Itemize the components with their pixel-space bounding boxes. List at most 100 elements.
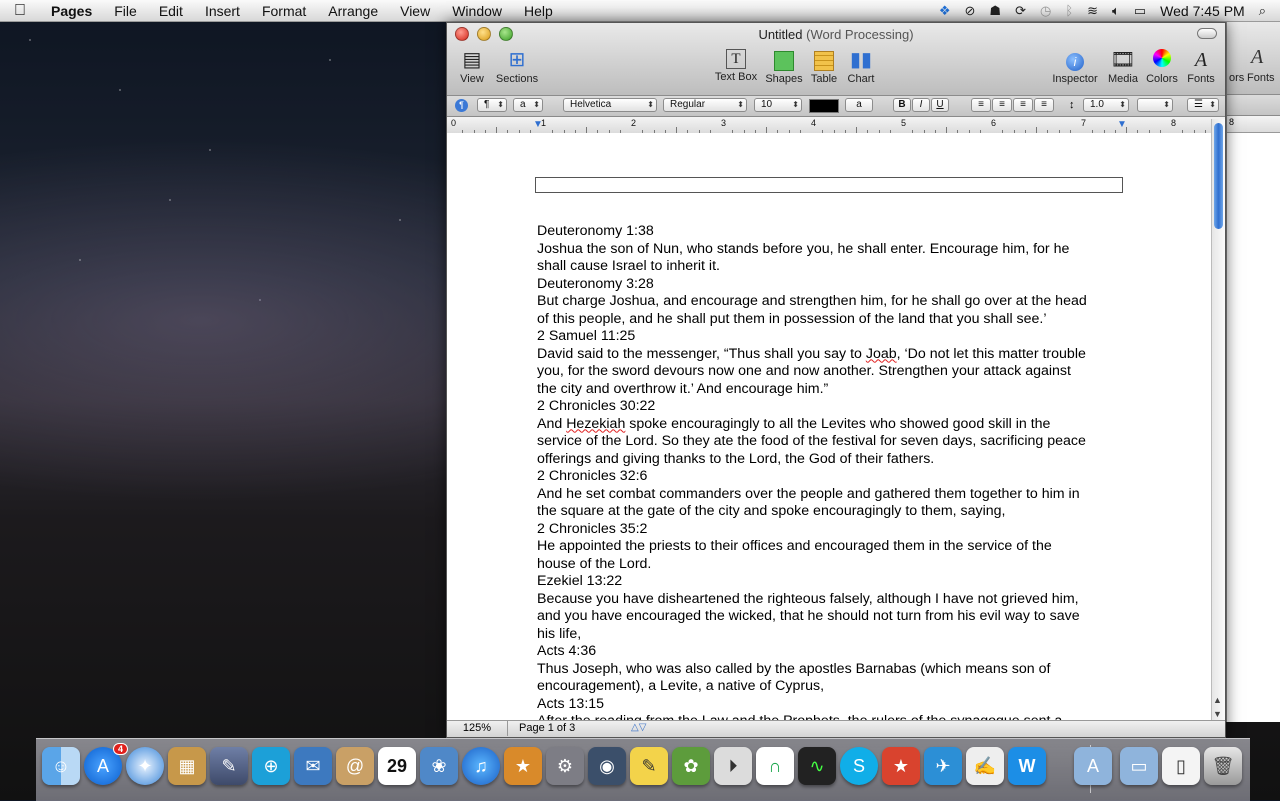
system-preferences-icon[interactable]: ⚙ — [546, 747, 584, 785]
document-canvas[interactable]: Deuteronomy 1:38 Joshua the son of Nun, w… — [447, 133, 1211, 723]
styles-drawer-icon[interactable]: ¶ — [455, 99, 468, 112]
time-machine-icon[interactable]: ◷ — [1040, 3, 1051, 19]
page-navigation-arrows[interactable]: △▽ — [631, 722, 646, 733]
window-titlebar[interactable]: Untitled (Word Processing) ▤ View ⊞ Sect… — [447, 23, 1225, 96]
facetime-icon[interactable]: ◉ — [588, 747, 626, 785]
colors-button[interactable]: Colors — [1145, 49, 1179, 85]
apple-menu-icon[interactable]:  — [0, 2, 40, 20]
document-line[interactable]: Acts 13:15 — [537, 696, 1127, 714]
document-line[interactable]: house of the Lord. — [537, 556, 1127, 574]
document-line[interactable]: shall cause Israel to inherit it. — [537, 258, 1127, 276]
evernote-icon[interactable]: ✿ — [672, 747, 710, 785]
document-line[interactable]: the city and overthrow it.’ And encourag… — [537, 381, 1127, 399]
character-style-popup[interactable]: a — [513, 98, 543, 112]
address-book-icon[interactable]: @ — [336, 747, 374, 785]
imovie-icon[interactable]: ★ — [504, 747, 542, 785]
menu-file[interactable]: File — [103, 3, 148, 19]
magnifier-app-icon[interactable]: ⊕ — [252, 747, 290, 785]
misspelled-word[interactable]: Joab — [866, 346, 897, 362]
scrollbar-thumb[interactable] — [1214, 123, 1223, 229]
dvd-player-icon[interactable]: ⏵ — [714, 747, 752, 785]
document-line[interactable]: 2 Samuel 11:25 — [537, 328, 1127, 346]
text-box-button[interactable]: T Text Box — [713, 49, 759, 83]
fonts-button[interactable]: A Fonts — [1185, 49, 1217, 85]
document-line[interactable]: of this people, and he shall put them in… — [537, 311, 1127, 329]
menu-arrange[interactable]: Arrange — [317, 3, 389, 19]
sync-icon[interactable]: ⟳ — [1015, 3, 1026, 19]
menu-view[interactable]: View — [389, 3, 441, 19]
document-line[interactable]: He appointed the priests to their office… — [537, 538, 1127, 556]
inspector-button[interactable]: i Inspector — [1051, 49, 1099, 85]
sections-button[interactable]: ⊞ Sections — [495, 49, 539, 85]
textedit-icon[interactable]: ✍ — [966, 747, 1004, 785]
spotlight-search-icon[interactable]: ⌕ — [1259, 3, 1266, 19]
document-line[interactable]: 2 Chronicles 30:22 — [537, 398, 1127, 416]
page-header-field[interactable] — [535, 177, 1123, 193]
ical-icon[interactable]: 29 — [378, 747, 416, 785]
twitter-icon[interactable]: ✈ — [924, 747, 962, 785]
stickies-icon[interactable]: ✎ — [630, 747, 668, 785]
finder-icon[interactable]: ☺ — [42, 747, 80, 785]
document-line[interactable]: And he set combat commanders over the pe… — [537, 486, 1127, 504]
media-button[interactable]: 🎞︎ Media — [1107, 49, 1139, 85]
bold-button[interactable]: B — [893, 98, 911, 112]
align-left-button[interactable]: ≡ — [971, 98, 991, 112]
vertical-scrollbar[interactable]: ▲ ▼ — [1211, 119, 1225, 723]
activity-monitor-icon[interactable]: ∿ — [798, 747, 836, 785]
scroll-up-arrow[interactable]: ▲ — [1213, 695, 1222, 705]
menu-format[interactable]: Format — [251, 3, 317, 19]
document-line[interactable]: encouragement), a Levite, a native of Cy… — [537, 678, 1127, 696]
italic-button[interactable]: I — [912, 98, 930, 112]
underline-button[interactable]: U — [931, 98, 949, 112]
dropbox-icon[interactable]: ❖ — [939, 3, 951, 19]
itunes-icon[interactable]: ♫ — [462, 747, 500, 785]
align-center-button[interactable]: ≡ — [992, 98, 1012, 112]
document-line[interactable]: Deuteronomy 1:38 — [537, 223, 1127, 241]
document-line[interactable]: 2 Chronicles 35:2 — [537, 521, 1127, 539]
document-line[interactable]: Deuteronomy 3:28 — [537, 276, 1127, 294]
misspelled-word[interactable]: Hezekiah — [566, 416, 625, 432]
skype-icon[interactable]: S — [840, 747, 878, 785]
reeder-app-icon[interactable]: ★ — [882, 747, 920, 785]
battery-icon[interactable]: ▭ — [1134, 3, 1146, 19]
document-line[interactable]: Acts 4:36 — [537, 643, 1127, 661]
app-store-icon[interactable]: A4 — [84, 743, 128, 785]
menu-window[interactable]: Window — [441, 3, 513, 19]
document-line[interactable]: Thus Joseph, who was also called by the … — [537, 661, 1127, 679]
document-line[interactable]: and you have encouraged the wicked, that… — [537, 608, 1127, 626]
document-line[interactable]: And Hezekiah spoke encouragingly to all … — [537, 416, 1127, 434]
menu-insert[interactable]: Insert — [194, 3, 251, 19]
sandbox-app-icon[interactable]: ▦ — [168, 747, 206, 785]
align-right-button[interactable]: ≡ — [1013, 98, 1033, 112]
font-typeface-popup[interactable]: Regular — [663, 98, 747, 112]
font-size-field[interactable]: 10 — [754, 98, 802, 112]
iphoto-icon[interactable]: ❀ — [420, 747, 458, 785]
scroll-down-arrow[interactable]: ▼ — [1213, 709, 1222, 719]
font-family-popup[interactable]: Helvetica — [563, 98, 657, 112]
document-line[interactable]: David said to the messenger, “Thus shall… — [537, 346, 1127, 364]
list-style-popup[interactable]: ☰ — [1187, 98, 1219, 112]
document-line[interactable]: service of the Lord. So they ate the foo… — [537, 433, 1127, 451]
document-line[interactable]: But charge Joshua, and encourage and str… — [537, 293, 1127, 311]
line-spacing-popup[interactable]: 1.0 — [1083, 98, 1129, 112]
safari-icon[interactable]: ✦ — [126, 747, 164, 785]
text-background-color-well[interactable]: a — [845, 98, 873, 112]
text-color-well[interactable] — [809, 99, 839, 113]
document-line[interactable]: Ezekiel 13:22 — [537, 573, 1127, 591]
wifi-icon[interactable]: ≋ — [1087, 3, 1098, 19]
headphones-app-icon[interactable]: ∩ — [756, 747, 794, 785]
paragraph-style-popup[interactable]: ¶ — [477, 98, 507, 112]
left-margin-marker[interactable]: ▼ — [533, 119, 543, 130]
volume-icon[interactable]: 🔈︎ — [1112, 3, 1120, 19]
applications-folder-icon[interactable]: A — [1074, 747, 1112, 785]
photo-editor-icon[interactable]: ✎ — [210, 747, 248, 785]
document-line[interactable]: 2 Chronicles 32:6 — [537, 468, 1127, 486]
menubar-clock[interactable]: Wed 7:45 PM — [1160, 3, 1245, 19]
chart-button[interactable]: ▮▮ Chart — [845, 49, 877, 85]
table-button[interactable]: Table — [809, 49, 839, 85]
zoom-popup[interactable]: 125% — [447, 721, 508, 736]
document-line[interactable]: his life, — [537, 626, 1127, 644]
document-line[interactable]: the square at the gate of the city and s… — [537, 503, 1127, 521]
document-line[interactable]: Because you have disheartened the righte… — [537, 591, 1127, 609]
evernote-helper-icon[interactable]: ☗ — [989, 3, 1001, 19]
